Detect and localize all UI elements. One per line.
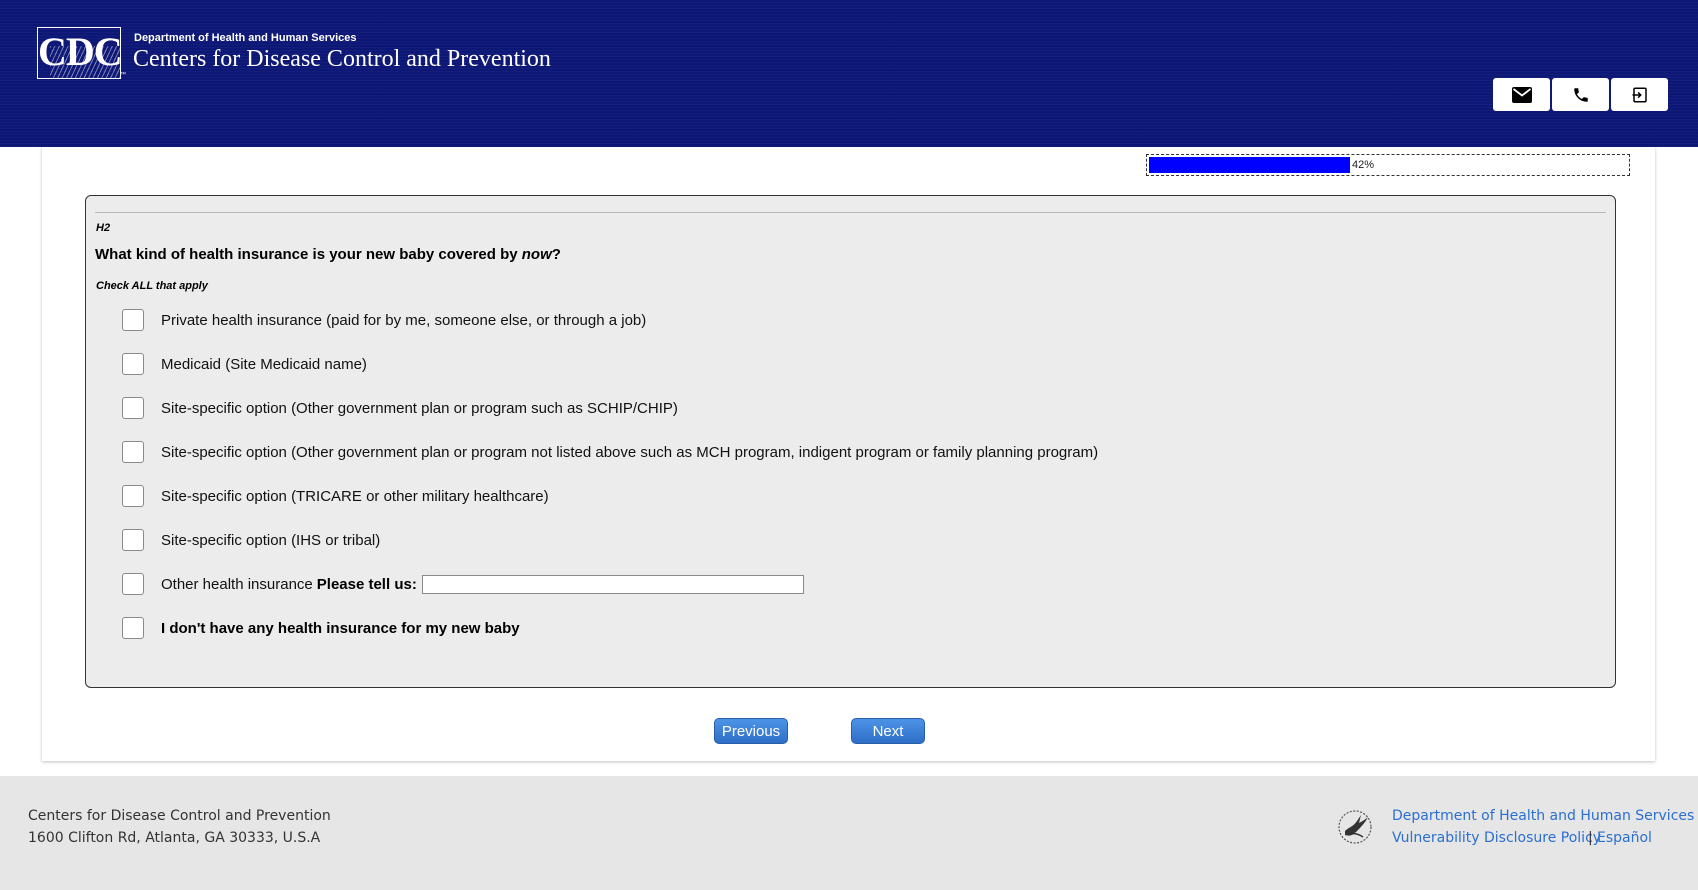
site-footer: Centers for Disease Control and Preventi…	[0, 776, 1698, 890]
option-other-insurance[interactable]: Other health insurance Please tell us:	[122, 572, 804, 596]
checkbox-ihs-tribal[interactable]	[122, 529, 144, 551]
question-text: What kind of health insurance is your ne…	[95, 246, 561, 263]
option-schip-chip[interactable]: Site-specific option (Other government p…	[122, 396, 678, 420]
phone-button[interactable]	[1552, 78, 1609, 111]
question-text-end: ?	[551, 246, 561, 263]
option-label: Site-specific option (Other government p…	[161, 399, 678, 417]
option-label: Private health insurance (paid for by me…	[161, 311, 647, 329]
please-tell-us-label: Please tell us:	[316, 575, 417, 593]
link-separator: |	[1588, 830, 1593, 846]
option-label: I don't have any health insurance for my…	[161, 619, 520, 637]
department-name: Department of Health and Human Services	[134, 32, 357, 44]
checkbox-other-government[interactable]	[122, 441, 144, 463]
logo-trademark: ™	[120, 72, 126, 78]
option-label: Other health insurance	[161, 575, 313, 593]
footer-address: 1600 Clifton Rd, Atlanta, GA 30333, U.S.…	[28, 830, 321, 846]
other-insurance-input[interactable]	[421, 574, 804, 594]
question-id: H2	[96, 222, 111, 234]
progress-bar: 42%	[1146, 154, 1630, 176]
hhs-eagle-icon[interactable]	[1337, 809, 1373, 845]
hhs-link[interactable]: Department of Health and Human Services	[1392, 808, 1694, 824]
next-button[interactable]: Next	[851, 718, 925, 744]
cdc-logo[interactable]: CDC	[37, 27, 121, 79]
option-medicaid[interactable]: Medicaid (Site Medicaid name)	[122, 352, 367, 376]
question-text-emphasis: now	[521, 246, 552, 263]
logout-icon	[1632, 87, 1647, 102]
mail-icon	[1511, 86, 1532, 103]
option-label: Site-specific option (TRICARE or other m…	[161, 487, 549, 505]
question-text-main: What kind of health insurance is your ne…	[95, 246, 522, 263]
previous-button[interactable]: Previous	[714, 718, 788, 744]
option-label: Medicaid (Site Medicaid name)	[161, 355, 367, 373]
divider	[95, 212, 1606, 213]
checkbox-medicaid[interactable]	[122, 353, 144, 375]
progress-fill	[1149, 157, 1350, 173]
email-button[interactable]	[1493, 78, 1550, 111]
checkbox-other-insurance[interactable]	[122, 573, 144, 595]
agency-name: Centers for Disease Control and Preventi…	[133, 46, 551, 72]
option-tricare[interactable]: Site-specific option (TRICARE or other m…	[122, 484, 549, 508]
checkbox-private-insurance[interactable]	[122, 309, 144, 331]
option-no-insurance[interactable]: I don't have any health insurance for my…	[122, 616, 520, 640]
option-other-government[interactable]: Site-specific option (Other government p…	[122, 440, 1098, 464]
option-label: Site-specific option (Other government p…	[161, 443, 1099, 461]
espanol-link[interactable]: Español	[1597, 830, 1652, 846]
vulnerability-policy-link[interactable]: Vulnerability Disclosure Policy	[1392, 830, 1601, 846]
footer-org: Centers for Disease Control and Preventi…	[28, 808, 331, 824]
option-ihs-tribal[interactable]: Site-specific option (IHS or tribal)	[122, 528, 380, 552]
question-instruction: Check ALL that apply	[96, 280, 208, 292]
checkbox-schip-chip[interactable]	[122, 397, 144, 419]
option-private-insurance[interactable]: Private health insurance (paid for by me…	[122, 308, 646, 332]
site-header: CDC ™ Department of Health and Human Ser…	[0, 0, 1698, 147]
question-box: H2 What kind of health insurance is your…	[85, 195, 1616, 688]
checkbox-tricare[interactable]	[122, 485, 144, 507]
progress-label: 42%	[1352, 159, 1375, 171]
checkbox-no-insurance[interactable]	[122, 617, 144, 639]
phone-icon	[1573, 87, 1588, 102]
option-label: Site-specific option (IHS or tribal)	[161, 531, 381, 549]
logout-button[interactable]	[1611, 78, 1668, 111]
logo-text: CDC	[38, 29, 121, 74]
